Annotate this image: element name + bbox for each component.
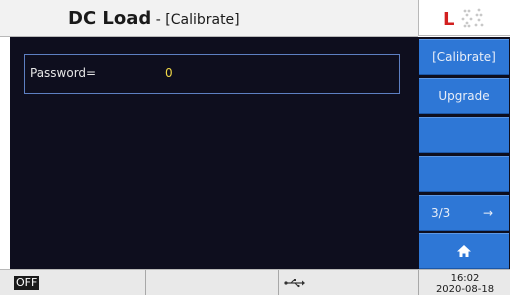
usb-icon xyxy=(284,279,305,288)
softkey-label: Upgrade xyxy=(438,89,490,103)
password-label: Password= xyxy=(30,66,97,80)
clock-date: 2020-08-18 xyxy=(435,284,495,295)
header: DC Load - [Calibrate] xyxy=(0,0,418,37)
brand-logo: L xyxy=(418,0,510,36)
softkey-empty-2[interactable] xyxy=(419,156,509,192)
arrow-right-icon: → xyxy=(483,206,494,220)
page-indicator: 3/3 xyxy=(431,206,451,220)
softkey-label: [Calibrate] xyxy=(432,50,496,64)
softkey-upgrade[interactable]: Upgrade xyxy=(419,78,509,114)
clock-time: 16:02 xyxy=(450,273,480,284)
clock: 16:02 2020-08-18 xyxy=(420,273,510,295)
softkey-menu: [Calibrate] Upgrade 3/3 → xyxy=(418,37,510,269)
brand-logo-icon: L xyxy=(443,8,484,30)
softkey-home[interactable] xyxy=(419,233,509,269)
password-value[interactable]: 0 xyxy=(165,66,173,80)
softkey-empty-1[interactable] xyxy=(419,117,509,153)
status-divider xyxy=(418,270,419,295)
page-title: DC Load - [Calibrate] xyxy=(68,8,240,29)
logo-letter: L xyxy=(443,9,454,30)
softkey-calibrate[interactable]: [Calibrate] xyxy=(419,39,509,75)
title-separator: - xyxy=(151,12,166,28)
dc-load-screen: DC Load - [Calibrate] L Password= 0 [Cal… xyxy=(0,0,510,295)
softkey-page[interactable]: 3/3 → xyxy=(419,195,509,231)
app-name: DC Load xyxy=(68,8,152,29)
password-field[interactable]: Password= 0 xyxy=(24,54,400,94)
mode-label: [Calibrate] xyxy=(165,12,240,28)
status-divider xyxy=(145,270,146,295)
main-panel: Password= 0 xyxy=(10,37,418,269)
status-divider xyxy=(278,270,279,295)
home-icon xyxy=(457,245,471,257)
status-bar: OFF 16:02 2020-08-18 xyxy=(0,269,510,295)
output-state-badge: OFF xyxy=(14,276,40,290)
